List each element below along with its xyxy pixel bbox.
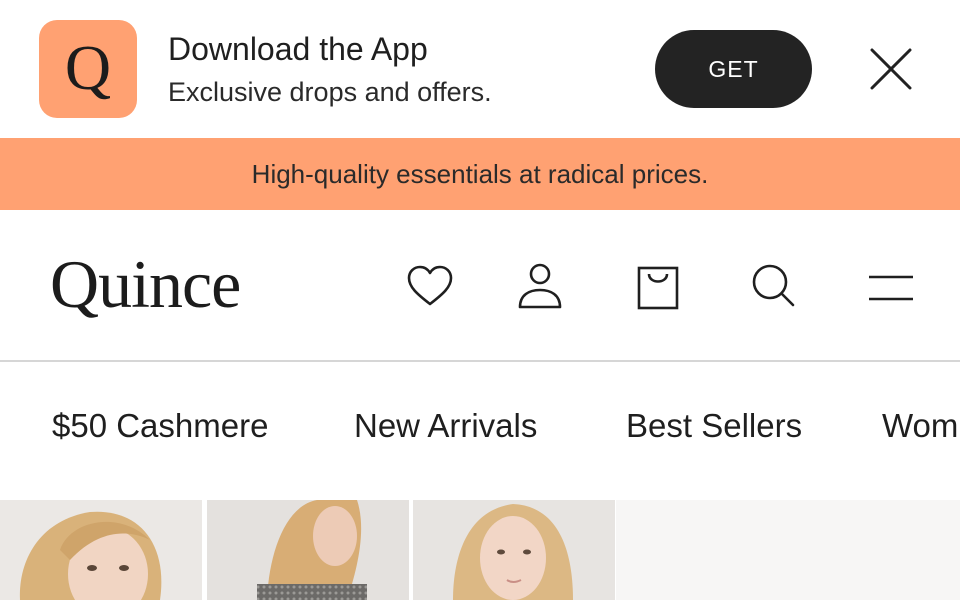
product-image-1[interactable] xyxy=(0,500,202,600)
heart-icon xyxy=(407,265,453,306)
wishlist-button[interactable] xyxy=(405,262,455,312)
account-button[interactable] xyxy=(515,262,565,312)
product-image-3[interactable] xyxy=(413,500,615,600)
menu-button[interactable] xyxy=(866,262,916,312)
app-logo[interactable]: Q xyxy=(39,20,137,118)
close-icon xyxy=(870,48,912,90)
promo-text: High-quality essentials at radical price… xyxy=(251,158,709,189)
app-download-banner: Q Download the App Exclusive drops and o… xyxy=(0,0,960,138)
category-women[interactable]: Wom xyxy=(882,406,958,446)
app-logo-letter: Q xyxy=(64,32,112,103)
promo-banner: High-quality essentials at radical price… xyxy=(0,138,960,210)
category-cashmere[interactable]: $50 Cashmere xyxy=(52,406,268,446)
product-image-placeholder xyxy=(616,500,960,600)
shopping-bag-icon xyxy=(637,266,679,310)
site-header: Quince xyxy=(0,210,960,362)
category-nav: $50 Cashmere New Arrivals Best Sellers W… xyxy=(0,362,960,500)
cart-button[interactable] xyxy=(633,262,683,312)
app-banner-subtitle: Exclusive drops and offers. xyxy=(168,77,492,107)
product-image-2[interactable] xyxy=(207,500,409,600)
app-banner-title: Download the App xyxy=(168,31,428,67)
category-best-sellers[interactable]: Best Sellers xyxy=(626,406,802,446)
close-banner-button[interactable] xyxy=(862,40,920,98)
search-button[interactable] xyxy=(748,262,798,312)
category-new-arrivals[interactable]: New Arrivals xyxy=(354,406,537,446)
search-icon xyxy=(752,264,795,307)
menu-icon xyxy=(869,275,913,301)
get-app-button[interactable]: GET xyxy=(655,30,812,108)
brand-logo[interactable]: Quince xyxy=(50,244,241,324)
user-icon xyxy=(518,263,562,309)
product-strip xyxy=(0,500,960,600)
